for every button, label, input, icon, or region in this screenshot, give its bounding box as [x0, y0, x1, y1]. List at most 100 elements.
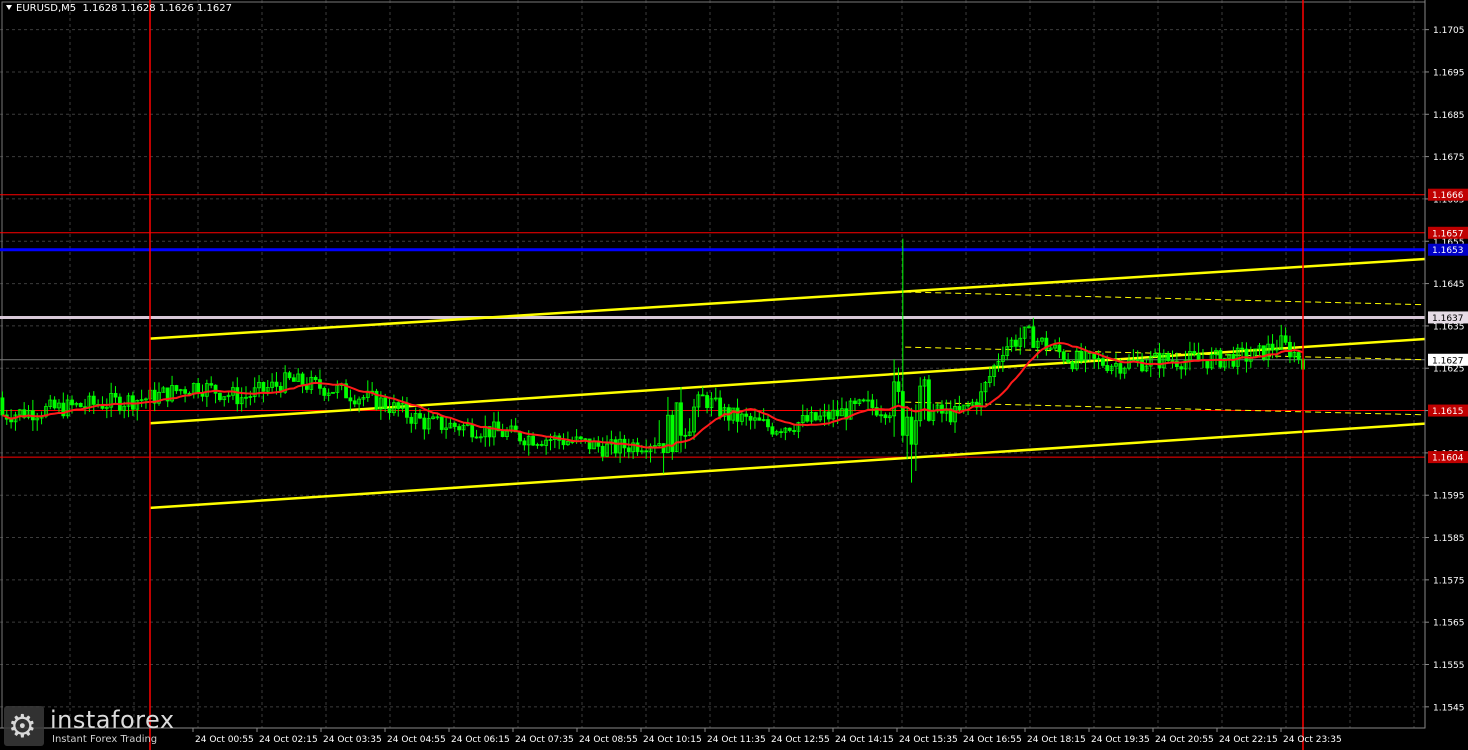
candle-body: [196, 383, 201, 394]
time-tick-label: 24 Oct 12:55: [771, 735, 830, 745]
candle-body: [518, 431, 522, 442]
candle-body: [1014, 339, 1018, 347]
candle-body: [218, 392, 222, 401]
symbol-label: EURUSD,M5: [16, 3, 77, 14]
candle-body: [683, 434, 688, 437]
candle-body: [91, 395, 96, 405]
candle-body: [883, 414, 888, 419]
candle-body: [1196, 353, 1201, 360]
level-label-1.1657: 1.1657: [1432, 229, 1464, 239]
candle-body: [579, 436, 583, 440]
candle-body: [1288, 341, 1292, 358]
candle-body: [896, 381, 901, 392]
candle-body: [409, 416, 414, 424]
price-tick-label: 1.1695: [1433, 68, 1465, 78]
candle-body: [352, 400, 357, 405]
candle-body: [644, 450, 649, 453]
candle-body: [927, 379, 931, 421]
candle-body: [1061, 351, 1066, 361]
candle-body: [261, 381, 266, 392]
price-tick-label: 1.1585: [1433, 534, 1465, 544]
candle-body: [1079, 351, 1084, 362]
candle-body: [792, 430, 796, 432]
time-tick-label: 24 Oct 22:15: [1219, 735, 1278, 745]
candle-body: [561, 439, 566, 446]
time-tick-label: 24 Oct 23:35: [1283, 735, 1342, 745]
candle-body: [1205, 360, 1210, 369]
time-tick-label: 24 Oct 07:35: [515, 735, 574, 745]
candle-body: [1157, 353, 1162, 369]
candle-body: [474, 436, 479, 439]
price-tick-label: 1.1595: [1433, 492, 1465, 502]
time-tick-label: 24 Oct 20:55: [1155, 735, 1214, 745]
level-label-1.1637: 1.1637: [1432, 314, 1464, 324]
candle-body: [805, 415, 810, 422]
candle-body: [1218, 350, 1223, 368]
candle-body: [705, 395, 709, 408]
candle-body: [900, 391, 905, 436]
candle-body: [770, 426, 775, 435]
candle-body: [635, 442, 640, 453]
time-tick-label: 24 Oct 04:55: [387, 735, 446, 745]
time-tick-label: 24 Oct 02:15: [259, 735, 318, 745]
candle-body: [744, 413, 749, 417]
candle-body: [1096, 358, 1101, 360]
candle-body: [1270, 343, 1275, 351]
time-tick-label: 24 Oct 06:15: [451, 735, 510, 745]
time-tick-label: 24 Oct 03:35: [323, 735, 382, 745]
candle-body: [439, 416, 444, 430]
level-label-1.1615: 1.1615: [1432, 407, 1464, 417]
candle-body: [600, 445, 605, 457]
candle-body: [52, 399, 57, 409]
candle-body: [274, 381, 279, 387]
candle-body: [405, 402, 409, 418]
price-tick-label: 1.1575: [1433, 576, 1465, 586]
candle-body: [1101, 358, 1105, 366]
candle-body: [531, 435, 535, 446]
candle-body: [766, 419, 770, 428]
candle-body: [1070, 361, 1075, 370]
candle-body: [70, 399, 74, 406]
level-label-1.1627: 1.1627: [1432, 356, 1464, 366]
candle-body: [870, 399, 875, 408]
candle-body: [835, 409, 840, 417]
candle-body: [1170, 360, 1175, 362]
candle-body: [539, 444, 544, 446]
candle-body: [613, 439, 618, 454]
time-tick-label: 24 Oct 14:15: [835, 735, 894, 745]
price-chart[interactable]: 1.17051.16951.16851.16751.16651.16551.16…: [0, 0, 1468, 750]
candle-body: [387, 408, 392, 414]
candle-body: [1031, 326, 1036, 348]
candle-body: [183, 389, 188, 394]
level-label-1.1666: 1.1666: [1432, 191, 1464, 201]
candle-body: [209, 383, 214, 386]
candle-body: [826, 411, 831, 420]
candle-body: [779, 431, 783, 434]
candle-body: [1118, 363, 1123, 374]
candle-body: [757, 417, 762, 421]
candle-body: [322, 387, 327, 396]
candle-body: [300, 373, 305, 387]
candle-body: [418, 413, 422, 419]
candle-body: [1240, 347, 1245, 350]
time-tick-label: 24 Oct 18:15: [1027, 735, 1086, 745]
logo-name: instaforex: [50, 706, 175, 734]
candle-body: [500, 430, 505, 437]
candle-body: [787, 427, 792, 431]
candle-body: [287, 372, 292, 379]
candle-body: [1296, 352, 1301, 360]
candle-body: [348, 397, 353, 402]
candle-body: [422, 417, 427, 430]
time-tick-label: 24 Oct 19:35: [1091, 735, 1150, 745]
dropdown-triangle-icon[interactable]: [6, 5, 12, 10]
candle-body: [909, 416, 914, 445]
candle-body: [1066, 359, 1071, 363]
candle-body: [113, 392, 118, 398]
candle-body: [383, 397, 388, 409]
candle-body: [1166, 353, 1171, 361]
candle-body: [957, 406, 962, 411]
candle-body: [1283, 335, 1288, 343]
candle-body: [0, 397, 5, 416]
price-tick-label: 1.1675: [1433, 153, 1465, 163]
price-tick-label: 1.1555: [1433, 661, 1465, 671]
